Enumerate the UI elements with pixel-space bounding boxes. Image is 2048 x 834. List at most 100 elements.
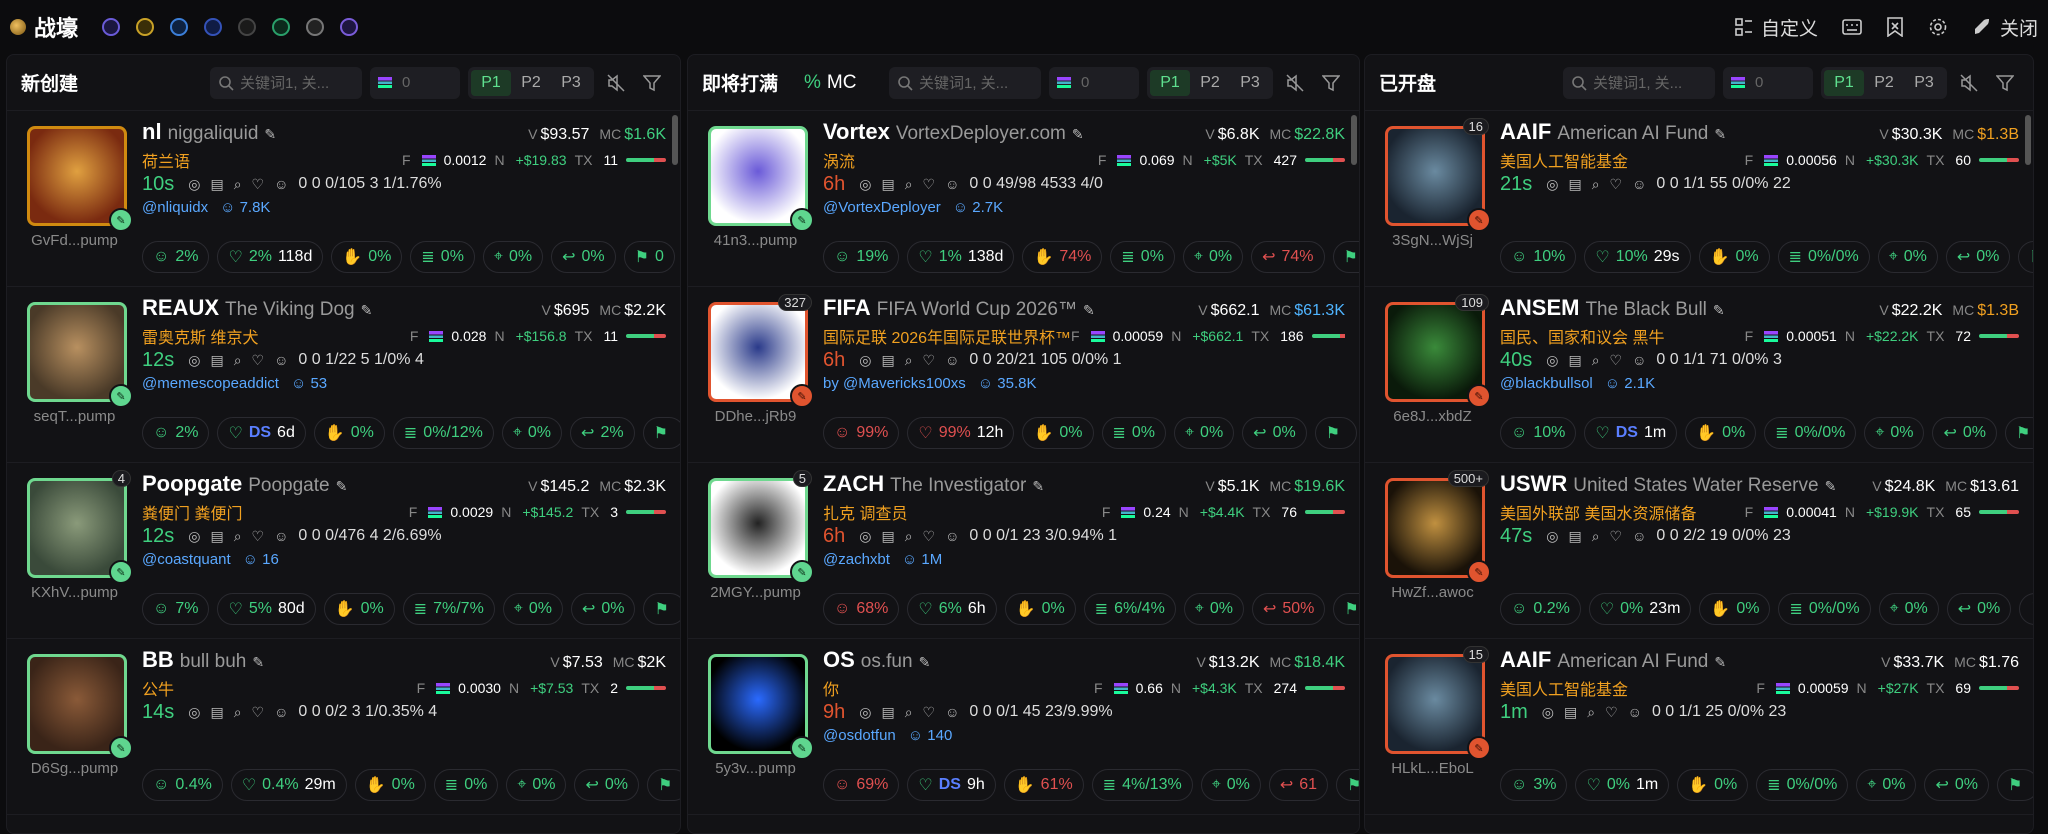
stat-pill[interactable]: ☺ 99% xyxy=(823,417,900,449)
stat-pill[interactable]: ⚑ xyxy=(1997,769,2033,801)
token-symbol[interactable]: AAIF xyxy=(1500,119,1551,145)
token-card[interactable]: ✎ 109 6e8J...xbdZ ANSEM The Black Bull ✎ V $22.… xyxy=(1365,287,2033,463)
stat-pill[interactable]: ⚑ xyxy=(2018,241,2033,273)
stat-pill[interactable]: ↩ 0% xyxy=(570,593,636,625)
token-symbol[interactable]: REAUX xyxy=(142,295,219,321)
edit-icon[interactable]: ✎ xyxy=(252,654,264,671)
chat-icon[interactable]: ▤ xyxy=(210,704,223,721)
token-symbol[interactable]: BB xyxy=(142,647,174,673)
search-icon[interactable]: ⌕ xyxy=(905,352,913,369)
search-icon[interactable]: ⌕ xyxy=(234,704,242,721)
min-sol-input[interactable]: 0 xyxy=(370,66,460,99)
tab-p2[interactable]: P2 xyxy=(511,70,551,96)
search-icon[interactable]: ⌕ xyxy=(234,176,242,193)
stat-pill[interactable]: ☺ 0.2% xyxy=(1500,593,1581,625)
filter-icon[interactable] xyxy=(1991,74,2019,92)
eth-chain-icon[interactable] xyxy=(204,18,223,36)
trophy-icon[interactable]: ♡ xyxy=(252,528,265,545)
stat-pill[interactable]: ✋ 0% xyxy=(1022,417,1094,449)
chat-icon[interactable]: ▤ xyxy=(1564,704,1577,721)
stat-pill[interactable]: ⚑ xyxy=(643,593,680,625)
stat-pill[interactable]: ✋ 0% xyxy=(1677,769,1749,801)
token-card[interactable]: ✎ 16 3SgN...WjSj AAIF American AI Fund ✎ V $30.… xyxy=(1365,111,2033,287)
edit-icon[interactable]: ✎ xyxy=(264,126,276,143)
stat-pill[interactable]: ☺ 19% xyxy=(823,241,900,273)
stat-pill[interactable]: ✋ 0% xyxy=(354,769,426,801)
search-icon[interactable]: ⌕ xyxy=(234,528,242,545)
search-icon[interactable]: ⌕ xyxy=(234,352,242,369)
globe-icon[interactable]: ◎ xyxy=(188,352,200,369)
tab-p3[interactable]: P3 xyxy=(1230,70,1270,96)
sonic-chain-icon[interactable] xyxy=(272,18,291,36)
stat-pill[interactable]: ↩ 0% xyxy=(1242,417,1307,449)
stat-pill[interactable]: ♡ 0% 23m xyxy=(1588,593,1692,625)
edit-icon[interactable]: ✎ xyxy=(336,478,348,495)
contract-address[interactable]: 6e8J...xbdZ xyxy=(1375,408,1490,425)
stat-pill[interactable]: ≣ 0% xyxy=(433,769,499,801)
globe-icon[interactable]: ◎ xyxy=(1542,704,1554,721)
trophy-icon[interactable]: ♡ xyxy=(923,704,936,721)
contract-address[interactable]: 41n3...pump xyxy=(698,232,813,249)
stat-pill[interactable]: ≣ 4%/13% xyxy=(1091,769,1193,801)
stat-pill[interactable]: ⌖ 0% xyxy=(1182,241,1244,273)
trophy-icon[interactable]: ♡ xyxy=(252,352,265,369)
stat-pill[interactable]: ⌖ 0% xyxy=(502,593,563,625)
holders-icon[interactable]: ☺ xyxy=(945,352,959,368)
twitter-handle[interactable]: @memescopeaddict xyxy=(142,375,279,392)
trophy-icon[interactable]: ♡ xyxy=(923,528,936,545)
trophy-icon[interactable]: ♡ xyxy=(1610,352,1623,369)
globe-icon[interactable]: ◎ xyxy=(1546,352,1558,369)
stat-pill[interactable]: ☺ 2% xyxy=(142,241,210,273)
m-chain-icon[interactable] xyxy=(306,18,325,36)
trophy-icon[interactable]: ♡ xyxy=(1605,704,1618,721)
token-symbol[interactable]: FIFA xyxy=(823,295,871,321)
contract-address[interactable]: KXhV...pump xyxy=(17,584,132,601)
search-icon[interactable]: ⌕ xyxy=(1592,528,1600,545)
search-input[interactable]: 关键词1, 关... xyxy=(1563,66,1715,99)
token-card[interactable]: ✎ D6Sg...pump BB bull buh ✎ V $7.53 MC $2K 公牛 F 0.0… xyxy=(7,639,680,815)
stat-pill[interactable]: ⌖ 0% xyxy=(1878,593,1939,625)
mc-toggle[interactable]: % MC xyxy=(804,72,856,94)
stat-pill[interactable]: ≣ 7%/7% xyxy=(402,593,495,625)
holders-icon[interactable]: ☺ xyxy=(1628,704,1642,720)
min-sol-input[interactable]: 0 xyxy=(1049,66,1139,99)
stat-pill[interactable]: ≣ 0% xyxy=(1101,417,1167,449)
token-symbol[interactable]: Poopgate xyxy=(142,471,242,497)
stat-pill[interactable]: ♡ 0% 1m xyxy=(1575,769,1670,801)
token-symbol[interactable]: Vortex xyxy=(823,119,890,145)
bookmark-x-icon[interactable] xyxy=(1886,17,1904,37)
search-icon[interactable]: ⌕ xyxy=(1592,176,1600,193)
edit-icon[interactable]: ✎ xyxy=(1713,302,1725,319)
filter-icon[interactable] xyxy=(638,74,666,92)
stat-pill[interactable]: ⌖ 0% xyxy=(1200,769,1261,801)
contract-address[interactable]: DDhe...jRb9 xyxy=(698,408,813,425)
base-chain-icon[interactable] xyxy=(170,18,189,36)
gear-icon[interactable] xyxy=(1928,17,1948,37)
tab-p2[interactable]: P2 xyxy=(1864,70,1904,96)
stat-pill[interactable]: ☺ 10% xyxy=(1500,241,1577,273)
trophy-icon[interactable]: ♡ xyxy=(923,352,936,369)
globe-icon[interactable]: ◎ xyxy=(1546,176,1558,193)
token-card[interactable]: ✎ GvFd...pump nl niggaliquid ✎ V $93.57 MC $1.6K… xyxy=(7,111,680,287)
contract-address[interactable]: GvFd...pump xyxy=(17,232,132,249)
stat-pill[interactable]: ⚑ xyxy=(647,769,680,801)
token-card[interactable]: ✎ 500+ HwZf...awoc USWR United States Water … xyxy=(1365,463,2033,639)
min-sol-input[interactable]: 0 xyxy=(1723,66,1813,99)
stat-pill[interactable]: ↩ 50% xyxy=(1251,593,1326,625)
stat-pill[interactable]: ↩ 0% xyxy=(1946,593,2012,625)
holders-icon[interactable]: ☺ xyxy=(274,528,288,544)
token-card[interactable]: ✎ 5y3v...pump OS os.fun ✎ V $13.2K MC $18.4K 你 F 0.… xyxy=(688,639,1359,815)
customize-button[interactable]: 自定义 xyxy=(1735,14,1818,41)
stat-pill[interactable]: ☺ 7% xyxy=(142,593,210,625)
holders-icon[interactable]: ☺ xyxy=(1632,352,1646,368)
token-card[interactable]: ✎ 41n3...pump Vortex VortexDeployer.com ✎ V $6… xyxy=(688,111,1359,287)
stat-pill[interactable]: ♡ DS 9h xyxy=(907,769,996,801)
stat-pill[interactable]: ⚑ xyxy=(1314,417,1358,449)
chat-icon[interactable]: ▤ xyxy=(881,528,894,545)
stat-pill[interactable]: ♡ 1% 138d xyxy=(907,241,1015,273)
stat-pill[interactable]: ≣ 0%/0% xyxy=(1777,241,1870,273)
mute-icon[interactable] xyxy=(1281,73,1309,92)
globe-icon[interactable]: ◎ xyxy=(188,176,200,193)
token-card[interactable]: ✎ 327 DDhe...jRb9 FIFA FIFA World Cup 2026™ ✎… xyxy=(688,287,1359,463)
stat-pill[interactable]: ☺ 10% xyxy=(1500,417,1577,449)
